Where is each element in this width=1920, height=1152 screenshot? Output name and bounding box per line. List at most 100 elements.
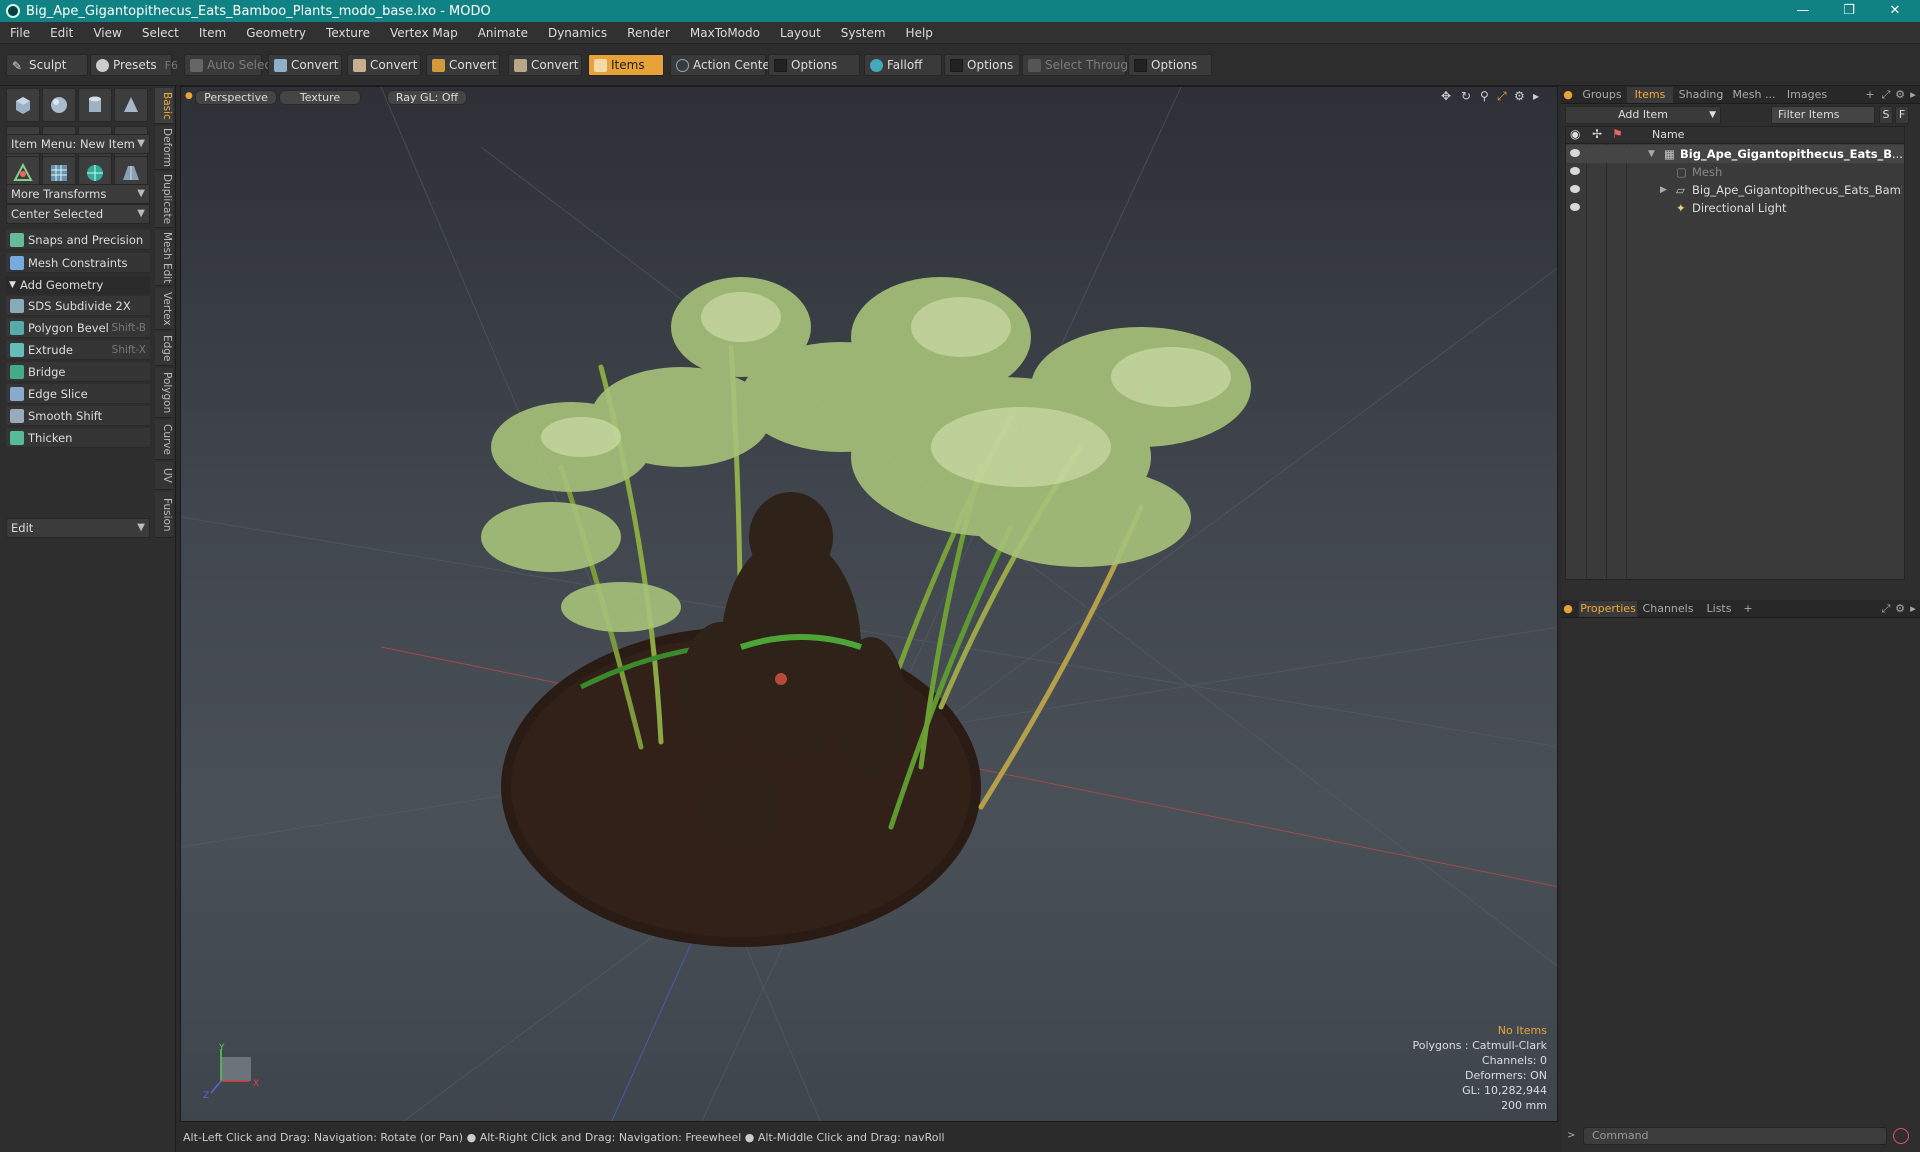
presets-button[interactable]: Presets F6 xyxy=(90,54,178,76)
3d-viewport[interactable]: Y X Z ● Perspective Texture Ray GL: Off … xyxy=(180,86,1558,1122)
close-button[interactable]: ✕ xyxy=(1872,0,1918,22)
thicken-button[interactable]: Thicken xyxy=(6,428,150,448)
more-transforms-dropdown[interactable]: More Transforms ▼ xyxy=(6,184,150,204)
sphere-primitive-button[interactable] xyxy=(42,88,76,122)
bridge-button[interactable]: Bridge xyxy=(6,362,150,382)
menu-file[interactable]: File xyxy=(0,22,40,44)
falloff-button[interactable]: Falloff xyxy=(864,54,942,76)
list-item[interactable]: ✦ Directional Light xyxy=(1566,199,1904,217)
falloff-options-button[interactable]: Options xyxy=(944,54,1020,76)
viewport-menu-icon[interactable]: ● xyxy=(185,91,193,101)
convert-item-button[interactable]: Convert xyxy=(508,54,582,76)
tab-deform[interactable]: Deform xyxy=(155,126,173,170)
maximize-panel-icon[interactable]: ⤢ xyxy=(1879,601,1893,617)
polygon-bevel-button[interactable]: Polygon Bevel Shift-B xyxy=(6,318,150,338)
menu-render[interactable]: Render xyxy=(617,22,680,44)
center-selected-dropdown[interactable]: Center Selected ▼ xyxy=(6,204,150,224)
edge-slice-button[interactable]: Edge Slice xyxy=(6,384,150,404)
auto-select-button[interactable]: Auto Select xyxy=(184,54,276,76)
tab-lists[interactable]: Lists xyxy=(1699,601,1739,617)
eye-icon[interactable] xyxy=(1570,167,1580,175)
perspective-button[interactable]: Perspective xyxy=(195,90,277,105)
tab-mesh[interactable]: Mesh ... xyxy=(1729,87,1779,103)
gear-icon[interactable]: ⚙ xyxy=(1514,89,1525,103)
sds-subdivide-button[interactable]: SDS Subdivide 2X xyxy=(6,296,150,316)
maximize-button[interactable]: ❐ xyxy=(1826,0,1872,22)
record-icon[interactable] xyxy=(1893,1128,1909,1144)
menu-dynamics[interactable]: Dynamics xyxy=(538,22,617,44)
menu-edit[interactable]: Edit xyxy=(40,22,83,44)
tab-polygon[interactable]: Polygon xyxy=(155,368,173,418)
filter-items-input[interactable]: Filter Items xyxy=(1771,106,1875,124)
rotate-icon[interactable]: ↻ xyxy=(1461,89,1471,103)
mesh-constraints-button[interactable]: Mesh Constraints xyxy=(6,253,150,273)
convert-polygon-button[interactable]: Convert xyxy=(426,54,500,76)
cylinder-primitive-button[interactable] xyxy=(78,88,112,122)
tab-duplicate[interactable]: Duplicate xyxy=(155,172,173,228)
tab-curve[interactable]: Curve xyxy=(155,420,173,460)
action-center-button[interactable]: Action Center xyxy=(670,54,775,76)
tab-edge[interactable]: Edge xyxy=(155,332,173,366)
menu-vertex-map[interactable]: Vertex Map xyxy=(380,22,468,44)
item-menu-dropdown[interactable]: Item Menu: New Item ▼ xyxy=(6,134,150,154)
add-tab-icon[interactable]: + xyxy=(1741,601,1755,617)
menu-texture[interactable]: Texture xyxy=(316,22,380,44)
s-button[interactable]: S xyxy=(1879,106,1893,124)
raygl-button[interactable]: Ray GL: Off xyxy=(387,90,467,105)
tab-vertex[interactable]: Vertex xyxy=(155,288,173,330)
menu-system[interactable]: System xyxy=(831,22,896,44)
gear-icon[interactable]: ⚙ xyxy=(1893,601,1907,617)
cube-primitive-button[interactable] xyxy=(6,88,40,122)
add-tab-icon[interactable]: + xyxy=(1863,87,1877,103)
list-item[interactable]: ▶ ▱ Big_Ape_Gigantopithecus_Eats_Bamboo … xyxy=(1566,181,1904,199)
tab-basic[interactable]: Basic xyxy=(155,88,173,124)
tab-mesh-edit[interactable]: Mesh Edit xyxy=(155,230,173,286)
maximize-panel-icon[interactable]: ⤢ xyxy=(1879,87,1893,103)
chevron-down-icon[interactable]: ▼ xyxy=(1648,145,1655,163)
list-item[interactable]: ▼ ▦ Big_Ape_Gigantopithecus_Eats_Ba ... xyxy=(1566,145,1904,163)
eye-icon[interactable] xyxy=(1570,203,1580,211)
eye-icon[interactable] xyxy=(1570,185,1580,193)
menu-view[interactable]: View xyxy=(83,22,131,44)
eye-icon[interactable] xyxy=(1570,149,1580,157)
fit-icon[interactable]: ⤢ xyxy=(1497,89,1507,104)
expand-icon[interactable]: ▸ xyxy=(1907,87,1919,103)
menu-item[interactable]: Item xyxy=(189,22,236,44)
tab-properties[interactable]: Properties xyxy=(1579,601,1637,617)
panel-menu-icon[interactable]: ● xyxy=(1563,601,1573,617)
convert-edge-button[interactable]: Convert xyxy=(347,54,421,76)
select-options-button[interactable]: Options xyxy=(1128,54,1212,76)
menu-select[interactable]: Select xyxy=(132,22,189,44)
expand-icon[interactable]: ▸ xyxy=(1533,89,1539,103)
expand-icon[interactable]: ▸ xyxy=(1907,601,1919,617)
menu-layout[interactable]: Layout xyxy=(770,22,831,44)
texture-shading-button[interactable]: Texture xyxy=(279,90,361,105)
snaps-precision-button[interactable]: Snaps and Precision xyxy=(6,230,150,250)
tab-groups[interactable]: Groups xyxy=(1579,87,1625,103)
menu-help[interactable]: Help xyxy=(896,22,943,44)
list-item[interactable]: ▢ Mesh xyxy=(1566,163,1904,181)
command-input[interactable]: Command xyxy=(1583,1127,1887,1145)
f-button[interactable]: F xyxy=(1895,106,1909,124)
convert-vertex-button[interactable]: Convert xyxy=(268,54,342,76)
add-item-button[interactable]: Add Item ▼ xyxy=(1565,106,1721,124)
tab-channels[interactable]: Channels xyxy=(1641,601,1695,617)
tab-shading[interactable]: Shading xyxy=(1675,87,1727,103)
minimize-button[interactable]: — xyxy=(1780,0,1826,22)
menu-maxtomodo[interactable]: MaxToModo xyxy=(680,22,770,44)
tab-uv[interactable]: UV xyxy=(155,462,173,490)
items-mode-button[interactable]: Items xyxy=(588,54,664,76)
sculpt-button[interactable]: ✎ Sculpt xyxy=(6,54,88,76)
chevron-right-icon[interactable]: ▶ xyxy=(1660,181,1667,199)
tab-fusion[interactable]: Fusion xyxy=(155,492,173,538)
cone-primitive-button[interactable] xyxy=(114,88,148,122)
gear-icon[interactable]: ⚙ xyxy=(1893,87,1907,103)
smooth-shift-button[interactable]: Smooth Shift xyxy=(6,406,150,426)
tab-items[interactable]: Items xyxy=(1627,87,1673,103)
action-center-options-button[interactable]: Options xyxy=(768,54,860,76)
menu-animate[interactable]: Animate xyxy=(468,22,538,44)
extrude-button[interactable]: Extrude Shift-X xyxy=(6,340,150,360)
add-geometry-header[interactable]: ▼ Add Geometry xyxy=(6,276,150,294)
pan-icon[interactable]: ✥ xyxy=(1441,89,1451,103)
menu-geometry[interactable]: Geometry xyxy=(236,22,316,44)
